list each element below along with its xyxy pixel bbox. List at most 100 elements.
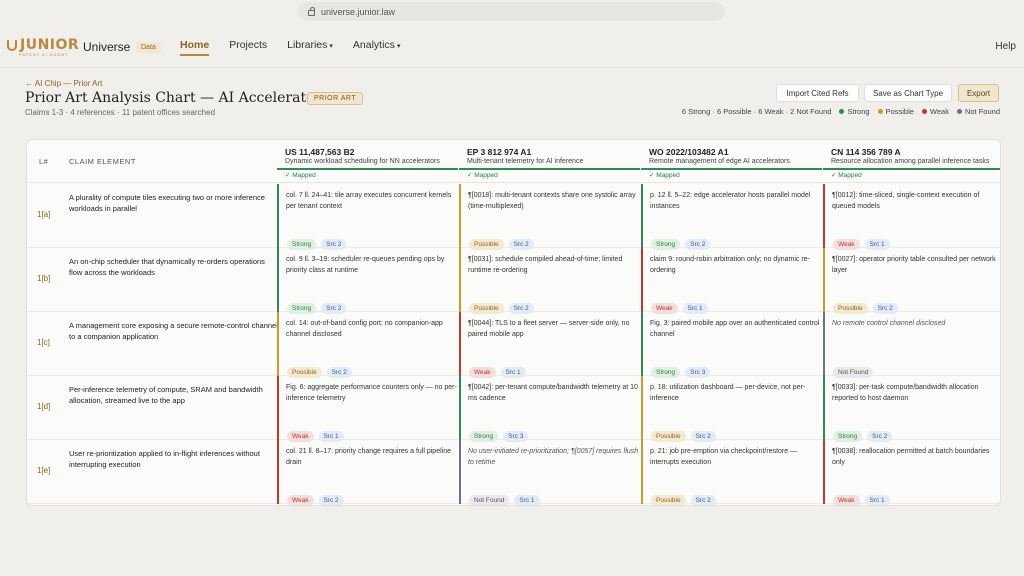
mapping-excerpt: No user-initiated re-prioritization; ¶[0… bbox=[468, 448, 639, 466]
page-title: Prior Art Analysis Chart — AI Accelerato… bbox=[25, 90, 322, 106]
mapping-excerpt: ¶[0042]: per-tenant compute/bandwidth te… bbox=[468, 384, 638, 402]
reference-title: Resource allocation among parallel infer… bbox=[831, 158, 990, 165]
mapping-excerpt: claim 9: round-robin arbitration only; n… bbox=[650, 256, 810, 274]
reference-column-3[interactable]: WO 2022/103482 A1 Remote management of ed… bbox=[641, 140, 822, 183]
rating-badge[interactable]: Weak bbox=[287, 495, 314, 505]
mapping-excerpt: col. 21 ll. 8–17: priority change requir… bbox=[286, 448, 451, 466]
claim-element: A management core exposing a secure remo… bbox=[69, 321, 278, 341]
mapping-cell[interactable]: ¶[0027]: operator priority table consult… bbox=[823, 248, 1000, 314]
mapping-cell[interactable]: No user-initiated re-prioritization; ¶[0… bbox=[459, 440, 640, 505]
reference-column-4[interactable]: CN 114 356 789 A Resource allocation amon… bbox=[823, 140, 1000, 183]
claim-number: 1[d] bbox=[37, 402, 51, 411]
mapping-excerpt: ¶[0038]: reallocation permitted at batch… bbox=[832, 448, 990, 466]
logo-subtitle: PATENT AI AGENT bbox=[19, 52, 69, 57]
mapping-cell[interactable]: ¶[0033]: per-task compute/bandwidth allo… bbox=[823, 376, 1000, 442]
rating-badge[interactable]: Possible bbox=[651, 495, 686, 505]
mapping-cell[interactable]: col. 7 ll. 24–41: tile array executes co… bbox=[277, 184, 458, 250]
top-navigation: JUNIOR PATENT AI AGENT Universe Data Hom… bbox=[0, 30, 1024, 68]
claim-chart-table: L# CLAIM ELEMENT US 11,487,563 B2 Dynamic… bbox=[26, 139, 1001, 506]
mapping-cell[interactable]: ¶[0012]: time-sliced, single-context exe… bbox=[823, 184, 1000, 250]
reference-title: Remote management of edge AI accelerator… bbox=[649, 158, 790, 165]
mapped-bar bbox=[641, 168, 822, 170]
junior-mark-icon bbox=[7, 39, 17, 51]
chevron-down-icon: ▾ bbox=[329, 43, 333, 50]
nav-home[interactable]: Home bbox=[180, 39, 210, 56]
strong-dot-icon bbox=[839, 109, 845, 114]
mapping-cell[interactable]: p. 18: utilization dashboard — per-devic… bbox=[641, 376, 822, 442]
reference-number: US 11,487,563 B2 bbox=[285, 147, 355, 157]
mapping-cell[interactable]: col. 9 ll. 3–19: scheduler re-queues pen… bbox=[277, 248, 458, 314]
prior-art-badge: PRIOR ART bbox=[307, 92, 364, 105]
table-row[interactable]: 1[c] A management core exposing a secure … bbox=[27, 312, 1000, 378]
mapping-excerpt: ¶[0031]: schedule compiled ahead-of-time… bbox=[468, 256, 623, 274]
table-row[interactable]: 1[d] Per-inference telemetry of compute, … bbox=[27, 376, 1000, 442]
mapping-cell[interactable]: ¶[0018]: multi-tenant contexts share one… bbox=[459, 184, 640, 250]
claim-element: An on-chip scheduler that dynamically re… bbox=[69, 257, 265, 277]
nav-libraries[interactable]: Libraries ▾ bbox=[287, 39, 333, 56]
legend-possible: Possible bbox=[877, 107, 914, 116]
source-badge[interactable]: Src 1 bbox=[514, 495, 540, 505]
reference-column-1[interactable]: US 11,487,563 B2 Dynamic workload schedul… bbox=[277, 140, 458, 183]
mapping-cell[interactable]: col. 21 ll. 8–17: priority change requir… bbox=[277, 440, 458, 505]
breadcrumb[interactable]: ← AI Chip — Prior Art bbox=[25, 79, 102, 88]
table-row[interactable]: 1[e] User re-prioritization applied to in… bbox=[27, 440, 1000, 505]
mapping-cell[interactable]: ¶[0042]: per-tenant compute/bandwidth te… bbox=[459, 376, 640, 442]
mapping-excerpt: col. 9 ll. 3–19: scheduler re-queues pen… bbox=[286, 256, 445, 274]
mapping-cell[interactable]: p. 21: job pre-emption via checkpoint/re… bbox=[641, 440, 822, 505]
mapping-cell[interactable]: ¶[0031]: schedule compiled ahead-of-time… bbox=[459, 248, 640, 314]
mapped-status: ✓ Mapped bbox=[649, 172, 680, 179]
import-cited-refs-button[interactable]: Import Cited Refs bbox=[776, 84, 859, 102]
mapping-cell[interactable]: ¶[0044]: TLS to a fleet server — server-… bbox=[459, 312, 640, 378]
mapping-excerpt: ¶[0018]: multi-tenant contexts share one… bbox=[468, 192, 636, 210]
chevron-down-icon: ▾ bbox=[396, 43, 401, 50]
nav-analytics-label: Analytics bbox=[352, 39, 395, 51]
rating-counts: 6 Strong · 6 Possible · 6 Weak · 2 Not F… bbox=[681, 107, 832, 116]
url-text: universe.junior.law bbox=[321, 6, 396, 17]
table-header: L# CLAIM ELEMENT US 11,487,563 B2 Dynamic… bbox=[27, 140, 1000, 183]
mapping-excerpt: Fig. 6: aggregate performance counters o… bbox=[286, 384, 457, 402]
junior-logo[interactable]: JUNIOR PATENT AI AGENT bbox=[7, 38, 79, 57]
reference-column-2[interactable]: EP 3 812 974 A1 Multi-tenant telemetry fo… bbox=[459, 140, 640, 183]
claim-element: User re-prioritization applied to in-fli… bbox=[69, 449, 260, 469]
mapping-cell[interactable]: ¶[0038]: reallocation permitted at batch… bbox=[823, 440, 1000, 505]
mapping-cell[interactable]: No remote control channel disclosed Not F… bbox=[823, 312, 1000, 378]
source-badge[interactable]: Src 2 bbox=[690, 495, 716, 505]
source-badge[interactable]: Src 1 bbox=[864, 495, 890, 505]
table-row[interactable]: 1[b] An on-chip scheduler that dynamicall… bbox=[27, 248, 1000, 314]
mapping-excerpt: col. 14: out-of-band config port; no com… bbox=[286, 320, 443, 338]
app-name: Universe bbox=[83, 40, 131, 54]
source-badge[interactable]: Src 2 bbox=[318, 495, 344, 505]
mapping-excerpt: ¶[0033]: per-task compute/bandwidth allo… bbox=[832, 384, 979, 402]
mapped-status: ✓ Mapped bbox=[285, 172, 316, 179]
rating-badge[interactable]: Not Found bbox=[469, 495, 510, 505]
rating-badge[interactable]: Weak bbox=[833, 495, 860, 505]
main-nav: Home Projects Libraries ▾ Analytics ▾ bbox=[180, 39, 420, 56]
legend-weak: Weak bbox=[921, 107, 949, 116]
claim-element: Per-inference telemetry of compute, SRAM… bbox=[69, 385, 263, 405]
mapping-excerpt: ¶[0044]: TLS to a fleet server — server-… bbox=[468, 320, 630, 338]
lock-icon bbox=[308, 6, 315, 16]
mapping-cell[interactable]: claim 9: round-robin arbitration only; n… bbox=[641, 248, 822, 314]
not-found-dot-icon bbox=[956, 109, 962, 114]
table-row[interactable]: 1[a] A plurality of compute tiles executi… bbox=[27, 184, 1000, 250]
nav-projects[interactable]: Projects bbox=[229, 39, 267, 56]
legend-label: Possible bbox=[885, 107, 914, 116]
mapping-cell[interactable]: col. 14: out-of-band config port; no com… bbox=[277, 312, 458, 378]
address-bar[interactable]: universe.junior.law bbox=[298, 2, 725, 21]
help-link[interactable]: Help bbox=[995, 41, 1016, 52]
mapping-cell[interactable]: Fig. 6: aggregate performance counters o… bbox=[277, 376, 458, 442]
weak-dot-icon bbox=[921, 109, 927, 114]
mapping-cell[interactable]: Fig. 3: paired mobile app over an authen… bbox=[641, 312, 822, 378]
mapped-bar bbox=[277, 168, 458, 170]
summary-bar: 6 Strong · 6 Possible · 6 Weak · 2 Not F… bbox=[682, 107, 1000, 116]
legend-label: Not Found bbox=[964, 107, 1000, 116]
logo-text: JUNIOR bbox=[20, 37, 80, 53]
export-button[interactable]: Export bbox=[958, 84, 999, 102]
mapping-excerpt: p. 21: job pre-emption via checkpoint/re… bbox=[650, 448, 798, 466]
nav-analytics[interactable]: Analytics ▾ bbox=[353, 39, 401, 56]
legend-strong: Strong bbox=[839, 107, 870, 116]
save-chart-type-button[interactable]: Save as Chart Type bbox=[864, 84, 952, 102]
page-subtitle: Claims 1-3 · 4 references · 11 patent of… bbox=[25, 108, 216, 117]
mapping-excerpt: Fig. 3: paired mobile app over an authen… bbox=[650, 320, 820, 338]
mapping-cell[interactable]: p. 12 ll. 5–22: edge accelerator hosts p… bbox=[641, 184, 822, 250]
